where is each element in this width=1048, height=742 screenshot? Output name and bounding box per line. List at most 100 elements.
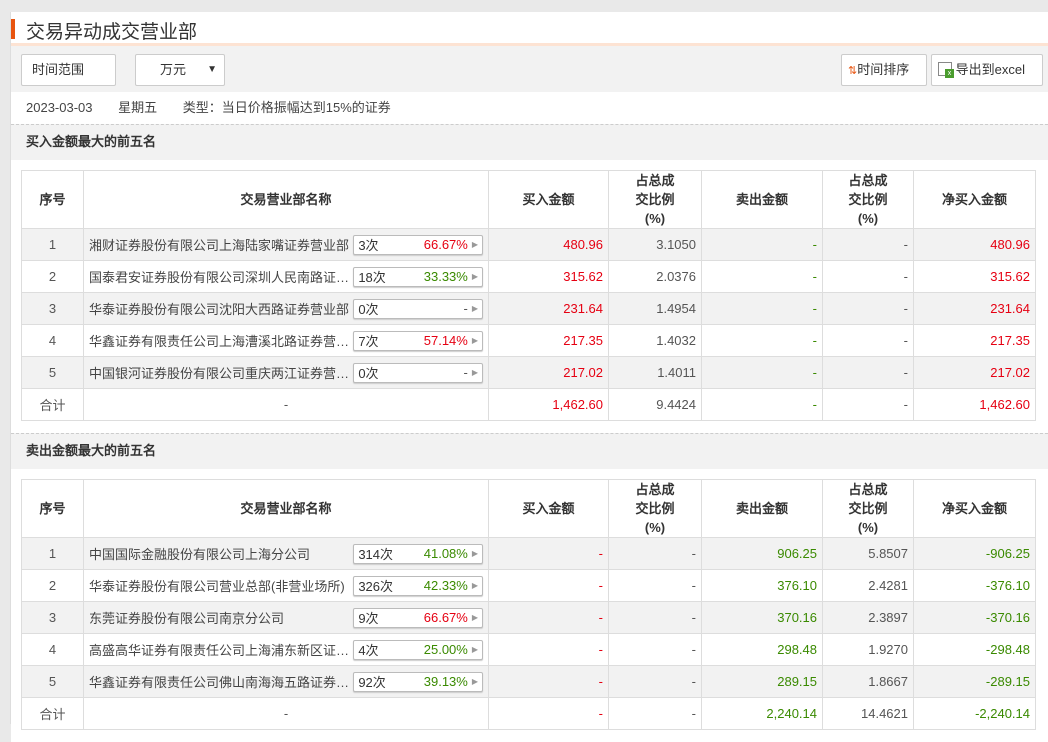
sell-pct: 5.8507 <box>822 537 914 570</box>
rate: 33.33% <box>423 269 468 284</box>
sell-pct: - <box>822 356 914 389</box>
header-no[interactable]: 序号 <box>21 479 84 538</box>
time-sort-button[interactable]: ⇅时间排序 <box>841 54 927 86</box>
buy-pct: 1.4011 <box>608 356 702 389</box>
rate: 41.08% <box>423 546 468 561</box>
header-buy[interactable]: 买入金额 <box>488 479 609 538</box>
excel-icon: x <box>938 62 954 78</box>
header-net[interactable]: 净买入金额 <box>913 170 1036 229</box>
header-net[interactable]: 净买入金额 <box>913 479 1036 538</box>
net-amount: 315.62 <box>913 260 1036 293</box>
header-name[interactable]: 交易营业部名称 <box>83 479 489 538</box>
table-row[interactable]: 4 华鑫证券有限责任公司上海漕溪北路证券营业部 7次 57.14% ▶ 217.35… <box>21 324 1036 357</box>
sell-pct: - <box>822 228 914 261</box>
table-row[interactable]: 2 华泰证券股份有限公司营业总部(非营业场所) 326次 42.33% ▶ - - … <box>21 569 1036 602</box>
rate: 66.67% <box>423 610 468 625</box>
row-no: 3 <box>21 601 84 634</box>
export-excel-button[interactable]: x 导出到excel <box>931 54 1043 86</box>
total-buy: - <box>488 697 609 730</box>
rate: 42.33% <box>423 578 468 593</box>
header-row: 序号 交易营业部名称 买入金额 占总成交比例(%) 卖出金额 占总成交比例(%) 净买入金额 <box>21 479 1036 538</box>
broker-name[interactable]: 华泰证券股份有限公司营业总部(非营业场所) <box>89 576 353 595</box>
buy-amount: - <box>488 633 609 666</box>
broker-name[interactable]: 华鑫证券有限责任公司上海漕溪北路证券营业部 <box>89 331 353 350</box>
sell-amount: 289.15 <box>701 665 823 698</box>
history-count-button[interactable]: 3次 66.67% ▶ <box>353 234 483 255</box>
header-name[interactable]: 交易营业部名称 <box>83 170 489 229</box>
unit-select[interactable]: 万元 ▼ <box>135 54 225 86</box>
buy-pct: - <box>608 537 702 570</box>
total-row: 合计 - - - 2,240.14 14.4621 -2,240.14 <box>21 697 1036 730</box>
header-buy-pct[interactable]: 占总成交比例(%) <box>608 170 702 229</box>
history-count-button[interactable]: 18次 33.33% ▶ <box>353 266 483 287</box>
sell-amount: 906.25 <box>701 537 823 570</box>
table-row[interactable]: 1 湘财证券股份有限公司上海陆家嘴证券营业部 3次 66.67% ▶ 480.96 … <box>21 228 1036 261</box>
broker-name[interactable]: 东莞证券股份有限公司南京分公司 <box>89 608 353 627</box>
table-row[interactable]: 1 中国国际金融股份有限公司上海分公司 314次 41.08% ▶ - - 906.… <box>21 537 1036 570</box>
history-count-button[interactable]: 326次 42.33% ▶ <box>353 575 483 596</box>
buy-amount: 480.96 <box>488 228 609 261</box>
header-sell[interactable]: 卖出金额 <box>701 479 823 538</box>
history-count-button[interactable]: 9次 66.67% ▶ <box>353 607 483 628</box>
broker-name[interactable]: 中国国际金融股份有限公司上海分公司 <box>89 544 353 563</box>
broker-name[interactable]: 高盛高华证券有限责任公司上海浦东新区证券营业部 <box>89 640 353 659</box>
net-amount: 480.96 <box>913 228 1036 261</box>
sell-amount: 376.10 <box>701 569 823 602</box>
chevron-down-icon: ▼ <box>207 64 217 75</box>
caret-right-icon: ▶ <box>471 581 478 590</box>
header-buy-pct[interactable]: 占总成交比例(%) <box>608 479 702 538</box>
table-row[interactable]: 5 中国银河证券股份有限公司重庆两江证券营业部 0次 - ▶ 217.02 1.40… <box>21 356 1036 389</box>
history-count-button[interactable]: 92次 39.13% ▶ <box>353 671 483 692</box>
header-sell[interactable]: 卖出金额 <box>701 170 823 229</box>
caret-right-icon: ▶ <box>471 304 478 313</box>
rate: 39.13% <box>423 674 468 689</box>
history-count-button[interactable]: 0次 - ▶ <box>353 298 483 319</box>
count: 92次 <box>358 675 386 690</box>
table-row[interactable]: 4 高盛高华证券有限责任公司上海浦东新区证券营业部 4次25.00%▶ - - … <box>21 633 1036 666</box>
broker-name[interactable]: 国泰君安证券股份有限公司深圳人民南路证券营业部 <box>89 267 353 286</box>
count: 4次 <box>358 643 379 658</box>
buy-pct: - <box>608 569 702 602</box>
table-row[interactable]: 5 华鑫证券有限责任公司佛山南海海五路证券营业部 92次 39.13% ▶ - - … <box>21 665 1036 698</box>
header-sell-pct[interactable]: 占总成交比例(%) <box>822 170 914 229</box>
caret-right-icon: ▶ <box>471 272 478 281</box>
total-label: 合计 <box>21 388 84 421</box>
broker-name[interactable]: 中国银河证券股份有限公司重庆两江证券营业部 <box>89 363 353 382</box>
broker-name[interactable]: 华鑫证券有限责任公司佛山南海海五路证券营业部 <box>89 672 353 691</box>
table-row[interactable]: 3 东莞证券股份有限公司南京分公司 9次 66.67% ▶ - - 370.16 2… <box>21 601 1036 634</box>
broker-name[interactable]: 华泰证券股份有限公司沈阳大西路证券营业部 <box>89 299 353 318</box>
row-no: 2 <box>21 260 84 293</box>
buy-amount: - <box>488 601 609 634</box>
buy-pct: 3.1050 <box>608 228 702 261</box>
history-count-button[interactable]: 7次 57.14% ▶ <box>353 330 483 351</box>
history-count-button[interactable]: 0次 - ▶ <box>353 362 483 383</box>
row-no: 3 <box>21 292 84 325</box>
sell-pct: - <box>822 324 914 357</box>
caret-right-icon: ▶ <box>471 645 478 654</box>
sell-amount: - <box>701 292 823 325</box>
row-no: 1 <box>21 537 84 570</box>
table-row[interactable]: 2 国泰君安证券股份有限公司深圳人民南路证券营业部 18次 33.33%▶ 315… <box>21 260 1036 293</box>
net-amount: 231.64 <box>913 292 1036 325</box>
sell-amount: - <box>701 324 823 357</box>
header-sell-pct[interactable]: 占总成交比例(%) <box>822 479 914 538</box>
total-sell: - <box>701 388 823 421</box>
weekday: 星期五 <box>118 100 158 115</box>
header-buy[interactable]: 买入金额 <box>488 170 609 229</box>
header-no[interactable]: 序号 <box>21 170 84 229</box>
buy-pct: - <box>608 633 702 666</box>
time-range-button[interactable]: 时间范围 <box>21 54 116 86</box>
count: 18次 <box>358 270 386 285</box>
broker-name[interactable]: 湘财证券股份有限公司上海陆家嘴证券营业部 <box>89 235 353 254</box>
sell-pct: - <box>822 260 914 293</box>
total-buy-pct: - <box>608 697 702 730</box>
net-amount: 217.02 <box>913 356 1036 389</box>
date: 2023-03-03 <box>26 100 93 115</box>
header-row: 序号 交易营业部名称 买入金额 占总成交比例(%) 卖出金额 占总成交比例(%) 净买入金额 <box>21 170 1036 229</box>
net-amount: -376.10 <box>913 569 1036 602</box>
history-count-button[interactable]: 4次 25.00% ▶ <box>353 639 483 660</box>
table-row[interactable]: 3 华泰证券股份有限公司沈阳大西路证券营业部 0次 - ▶ 231.64 1.495… <box>21 292 1036 325</box>
toolbar: 时间范围 万元 ▼ ⇅时间排序 x 导出到excel <box>11 46 1048 92</box>
unit-value: 万元 <box>160 62 187 77</box>
history-count-button[interactable]: 314次 41.08% ▶ <box>353 543 483 564</box>
